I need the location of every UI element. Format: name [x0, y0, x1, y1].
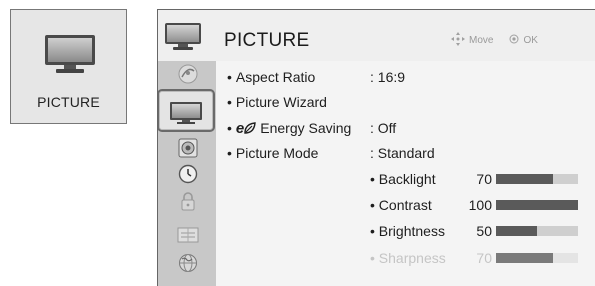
satellite-dish-icon	[177, 63, 199, 90]
picture-mode-label: Picture Mode	[235, 145, 319, 161]
bullet: •	[227, 120, 232, 136]
picture-menu-panel: PICTURE Move OK • Aspect Ratio: 16:9 • …	[157, 9, 595, 286]
energy-saving-label: Energy Saving	[260, 120, 352, 136]
menu-header: PICTURE Move OK	[158, 10, 595, 61]
category-sidebar	[158, 61, 216, 286]
thumbnail-label: PICTURE	[37, 94, 100, 110]
speaker-icon	[178, 138, 198, 163]
bullet: •	[370, 197, 375, 213]
picture-thumbnail[interactable]: PICTURE	[10, 9, 127, 124]
energy-saving-prefix: e	[235, 120, 245, 137]
contrast-value: 100	[468, 197, 492, 213]
sharpness-label-text: Sharpness	[378, 250, 446, 266]
page-title: PICTURE	[224, 30, 310, 51]
options-box-icon	[177, 226, 199, 249]
lock-icon	[179, 191, 197, 216]
sidebar-item-option[interactable]	[163, 225, 212, 249]
contrast-slider-fill	[496, 200, 578, 210]
dpad-icon	[451, 32, 465, 49]
move-hint-label: Move	[469, 35, 494, 46]
header-tv-icon	[164, 22, 202, 55]
ok-hint-label: OK	[523, 35, 538, 46]
backlight-label: • Backlight	[370, 171, 436, 187]
brightness-label-text: Brightness	[378, 223, 445, 239]
setting-energy-saving[interactable]: • e Energy Saving	[227, 120, 351, 137]
sharpness-slider[interactable]	[496, 253, 578, 263]
setting-picture-wizard[interactable]: • Picture Wizard	[227, 94, 327, 110]
picture-mode-value: : Standard	[370, 145, 435, 161]
contrast-label: • Contrast	[370, 197, 432, 213]
energy-saving-value: : Off	[370, 120, 397, 136]
sidebar-item-picture[interactable]	[158, 89, 215, 132]
globe-icon	[178, 253, 198, 278]
bullet: •	[370, 171, 375, 187]
leaf-icon	[244, 121, 257, 137]
bullet: •	[227, 69, 232, 85]
settings-list: • Aspect Ratio : 16:9 • Picture Wizard • e E…	[216, 61, 595, 286]
setting-picture-mode[interactable]: • Picture Mode	[227, 145, 318, 161]
bullet: •	[370, 250, 375, 266]
backlight-slider[interactable]	[496, 174, 578, 184]
clock-icon	[178, 164, 198, 189]
sharpness-slider-fill	[496, 253, 554, 263]
sidebar-item-audio[interactable]	[163, 138, 212, 162]
tv-icon	[44, 34, 96, 79]
sharpness-label: • Sharpness	[370, 250, 446, 266]
brightness-slider[interactable]	[496, 226, 578, 236]
ok-circle-icon	[509, 34, 519, 47]
sidebar-item-lock[interactable]	[163, 191, 212, 215]
backlight-slider-fill	[496, 174, 554, 184]
backlight-label-text: Backlight	[378, 171, 436, 187]
setting-aspect-ratio[interactable]: • Aspect Ratio	[227, 69, 315, 85]
navigation-hint: Move OK	[451, 32, 538, 49]
brightness-value: 50	[476, 223, 492, 239]
brightness-label: • Brightness	[370, 223, 445, 239]
contrast-label-text: Contrast	[378, 197, 432, 213]
bullet: •	[370, 223, 375, 239]
tv-icon	[169, 101, 203, 130]
sharpness-value: 70	[476, 250, 492, 266]
sidebar-item-network[interactable]	[163, 253, 212, 277]
sidebar-item-channel[interactable]	[163, 64, 212, 88]
aspect-ratio-value: : 16:9	[370, 69, 406, 85]
bullet: •	[227, 94, 232, 110]
backlight-value: 70	[476, 171, 492, 187]
brightness-slider-fill	[496, 226, 537, 236]
contrast-slider[interactable]	[496, 200, 578, 210]
picture-wizard-label: Picture Wizard	[235, 94, 327, 110]
aspect-ratio-label: Aspect Ratio	[235, 69, 316, 85]
sidebar-item-time[interactable]	[163, 164, 212, 188]
bullet: •	[227, 145, 232, 161]
